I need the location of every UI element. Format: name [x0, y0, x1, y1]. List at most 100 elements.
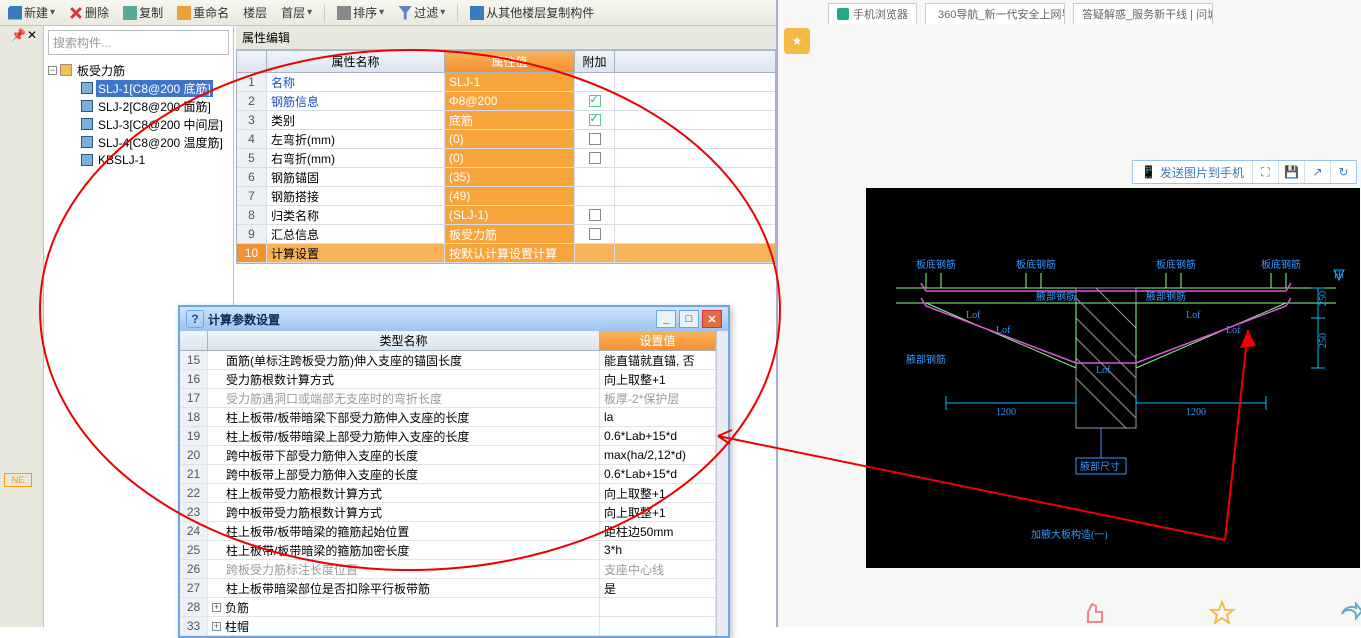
calc-param-row[interactable]: 25柱上板带/板带暗梁的箍筋加密长度3*h	[180, 541, 716, 560]
checkbox-icon[interactable]	[589, 95, 601, 107]
phone-icon: 📱	[1141, 165, 1156, 179]
property-row[interactable]: 9汇总信息板受力筋	[237, 225, 775, 244]
svg-text:Lof: Lof	[1096, 365, 1111, 376]
svg-text:腋部钢筋: 腋部钢筋	[1036, 290, 1076, 303]
dlg-head-index	[180, 331, 208, 350]
delete-icon	[66, 3, 86, 23]
dialog-close-button[interactable]: ✕	[702, 310, 722, 328]
panel-close-icon[interactable]: ✕	[27, 28, 39, 40]
panel-pin-icon[interactable]: 📌	[11, 28, 23, 40]
dialog-scrollbar[interactable]	[716, 331, 728, 636]
browser-tab[interactable]: 手机浏览器	[828, 3, 917, 24]
star-outline-icon[interactable]	[1208, 600, 1236, 624]
expand-icon[interactable]: ⛶	[1252, 161, 1278, 183]
tree-item[interactable]: SLJ-2[C8@200 面筋]	[48, 97, 229, 115]
expand-icon[interactable]: +	[212, 622, 221, 631]
calc-param-row[interactable]: 16受力筋根数计算方式向上取整+1	[180, 370, 716, 389]
dialog-help-icon[interactable]: ?	[186, 310, 204, 328]
rename-icon	[177, 6, 191, 20]
separator	[324, 4, 325, 22]
checkbox-icon[interactable]	[589, 209, 601, 221]
component-icon	[81, 100, 93, 112]
calc-param-row[interactable]: 24柱上板带/板带暗梁的箍筋起始位置距柱边50mm	[180, 522, 716, 541]
svg-text:腋部钢筋: 腋部钢筋	[1146, 290, 1186, 303]
tb-floor-select[interactable]: 首层▾	[277, 4, 316, 21]
property-row[interactable]: 6钢筋锚固(35)	[237, 168, 775, 187]
svg-text:250: 250	[1318, 291, 1329, 306]
property-row[interactable]: 10计算设置按默认计算设置计算	[237, 244, 775, 263]
send-to-phone-button[interactable]: 📱发送图片到手机	[1133, 164, 1252, 181]
sort-icon	[337, 6, 351, 20]
checkbox-icon[interactable]	[589, 133, 601, 145]
calc-param-row[interactable]: 28+负筋	[180, 598, 716, 617]
tree-collapse-icon[interactable]: −	[48, 66, 57, 75]
chevron-down-icon: ▾	[440, 7, 445, 18]
dlg-head-name: 类型名称	[208, 331, 600, 350]
save-icon[interactable]: 💾	[1278, 161, 1304, 183]
property-row[interactable]: 5右弯折(mm)(0)	[237, 149, 775, 168]
property-row[interactable]: 3类别底筋	[237, 111, 775, 130]
component-icon	[81, 82, 93, 94]
checkbox-icon[interactable]	[589, 114, 601, 126]
property-row[interactable]: 2钢筋信息Φ8@200	[237, 92, 775, 111]
calc-param-row[interactable]: 22柱上板带受力筋根数计算方式向上取整+1	[180, 484, 716, 503]
tb-new[interactable]: 新建▾	[4, 4, 59, 21]
checkbox-icon[interactable]	[589, 228, 601, 240]
dialog-max-button[interactable]: □	[679, 310, 699, 328]
prop-head-name: 属性名称	[267, 51, 445, 72]
property-row[interactable]: 4左弯折(mm)(0)	[237, 130, 775, 149]
svg-text:加腋大板构造(一): 加腋大板构造(一)	[1031, 528, 1108, 541]
search-input[interactable]: 搜索构件...	[48, 30, 229, 55]
rotate-icon[interactable]: ↻	[1330, 161, 1356, 183]
browser-tab[interactable]: 答疑解惑_服务新干线 | 问城	[1073, 3, 1213, 24]
share-outline-icon[interactable]	[1336, 600, 1361, 624]
calc-param-row[interactable]: 15面筋(单标注跨板受力筋)伸入支座的锚固长度能直锚就直锚, 否	[180, 351, 716, 370]
calc-param-row[interactable]: 19柱上板带/板带暗梁上部受力筋伸入支座的长度0.6*Lab+15*d	[180, 427, 716, 446]
property-row[interactable]: 8归类名称(SLJ-1)	[237, 206, 775, 225]
calc-param-row[interactable]: 21跨中板带上部受力筋伸入支座的长度0.6*Lab+15*d	[180, 465, 716, 484]
left-gutter: 📌 ✕ NE	[0, 26, 44, 627]
calc-param-row[interactable]: 18柱上板带/板带暗梁下部受力筋伸入支座的长度la	[180, 408, 716, 427]
tree-root[interactable]: 板受力筋	[75, 62, 127, 79]
tb-copy-other-floor[interactable]: 从其他楼层复制构件	[466, 4, 598, 21]
tree-item[interactable]: SLJ-3[C8@200 中间层]	[48, 115, 229, 133]
favicon-icon	[837, 8, 849, 20]
tree-item[interactable]: SLJ-1[C8@200 底筋]	[48, 79, 229, 97]
dialog-title: 计算参数设置	[208, 311, 280, 328]
svg-text:板底钢筋: 板底钢筋	[1156, 258, 1196, 271]
tb-sort[interactable]: 排序▾	[333, 4, 388, 21]
calc-param-row[interactable]: 27柱上板带暗梁部位是否扣除平行板带筋是	[180, 579, 716, 598]
tb-copy[interactable]: 复制	[119, 4, 167, 21]
svg-text:腋部钢筋: 腋部钢筋	[906, 353, 946, 366]
tree-item[interactable]: KBSLJ-1	[48, 151, 229, 169]
share-icon[interactable]: ↗	[1304, 161, 1330, 183]
component-icon	[81, 154, 93, 166]
browser-tab[interactable]: 360导航_新一代安全上网导航✕	[925, 3, 1065, 24]
calc-param-row[interactable]: 17受力筋遇洞口或端部无支座时的弯折长度板厚-2*保护层	[180, 389, 716, 408]
svg-text:板底钢筋: 板底钢筋	[1261, 258, 1301, 271]
svg-text:板底钢筋: 板底钢筋	[916, 258, 956, 271]
component-icon	[81, 136, 93, 148]
tb-rename[interactable]: 重命名	[173, 4, 233, 21]
thumbs-up-icon[interactable]	[1080, 600, 1108, 624]
tree-item[interactable]: SLJ-4[C8@200 温度筋]	[48, 133, 229, 151]
svg-text:Lof: Lof	[1186, 310, 1201, 321]
tb-filter[interactable]: 过滤▾	[394, 4, 449, 21]
chevron-down-icon: ▾	[50, 7, 55, 18]
calc-param-row[interactable]: 26跨板受力筋标注长度位置支座中心线	[180, 560, 716, 579]
prop-head-index	[237, 51, 267, 72]
calc-param-dialog: ? 计算参数设置 _ □ ✕ 类型名称 设置值 15面筋(单标注跨板受力筋)伸入…	[178, 305, 730, 638]
calc-param-row[interactable]: 20跨中板带下部受力筋伸入支座的长度max(ha/2,12*d)	[180, 446, 716, 465]
component-icon	[81, 118, 93, 130]
property-row[interactable]: 1名称SLJ-1	[237, 73, 775, 92]
checkbox-icon[interactable]	[589, 152, 601, 164]
property-row[interactable]: 7钢筋搭接(49)	[237, 187, 775, 206]
favorite-star-icon[interactable]: ★	[784, 28, 810, 54]
calc-param-row[interactable]: 23跨中板带受力筋根数计算方式向上取整+1	[180, 503, 716, 522]
property-panel-title: 属性编辑	[236, 26, 776, 50]
cad-drawing: Lof Lof Lof Lof Lof 板底钢筋 板底钢筋 板底钢筋 板底钢筋 …	[866, 188, 1360, 568]
tb-delete[interactable]: 删除	[65, 4, 113, 21]
expand-icon[interactable]: +	[212, 603, 221, 612]
dialog-min-button[interactable]: _	[656, 310, 676, 328]
chevron-down-icon: ▾	[307, 7, 312, 18]
